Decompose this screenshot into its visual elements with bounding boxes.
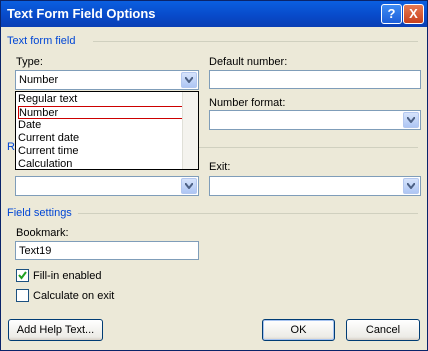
default-number-input[interactable] — [209, 70, 421, 89]
number-format-label: Number format: — [209, 97, 286, 109]
type-option-calculation[interactable]: Calculation — [18, 158, 184, 169]
group-title-run-macro: R — [7, 141, 15, 153]
group-title-text-form-field: Text form field — [7, 35, 76, 47]
add-help-text-button[interactable]: Add Help Text... — [8, 319, 103, 341]
dropdown-scrollbar[interactable] — [182, 92, 198, 169]
default-number-label: Default number: — [209, 56, 288, 68]
number-format-combo[interactable] — [209, 110, 421, 130]
help-button[interactable]: ? — [381, 4, 402, 24]
type-option-number[interactable]: Number — [17, 105, 185, 120]
type-option-regular-text[interactable]: Regular text — [18, 93, 184, 106]
help-icon: ? — [387, 6, 396, 21]
type-dropdown-list[interactable]: Regular text Number Date Current date Cu… — [15, 91, 199, 170]
dialog-window: Text Form Field Options ? X Text form fi… — [0, 0, 428, 351]
chevron-down-icon[interactable] — [181, 178, 197, 194]
entry-macro-combo[interactable] — [15, 176, 199, 196]
type-option-date[interactable]: Date — [18, 119, 184, 132]
fill-in-enabled-checkbox[interactable] — [16, 269, 29, 282]
group-divider — [199, 147, 418, 148]
dialog-title: Text Form Field Options — [7, 6, 156, 21]
bookmark-label: Bookmark: — [16, 227, 69, 239]
close-icon: X — [409, 6, 418, 21]
group-divider — [93, 41, 418, 42]
calculate-on-exit-label[interactable]: Calculate on exit — [33, 290, 114, 302]
exit-label: Exit: — [209, 161, 231, 173]
group-title-field-settings: Field settings — [7, 207, 72, 219]
bookmark-input[interactable]: Text19 — [15, 241, 199, 260]
type-option-current-date[interactable]: Current date — [18, 132, 184, 145]
chevron-down-icon[interactable] — [403, 112, 419, 128]
title-bar: Text Form Field Options ? X — [1, 1, 427, 27]
type-combo-value: Number — [19, 74, 59, 86]
cancel-button[interactable]: Cancel — [346, 319, 420, 341]
type-combo[interactable]: Number — [15, 70, 199, 90]
type-label: Type: — [16, 56, 43, 68]
ok-button[interactable]: OK — [262, 319, 335, 341]
checkmark-icon — [18, 271, 27, 280]
chevron-down-icon[interactable] — [181, 72, 197, 88]
exit-macro-combo[interactable] — [209, 176, 421, 196]
group-divider — [78, 213, 418, 214]
calculate-on-exit-checkbox[interactable] — [16, 289, 29, 302]
chevron-down-icon[interactable] — [403, 178, 419, 194]
type-option-current-time[interactable]: Current time — [18, 145, 184, 158]
fill-in-enabled-label[interactable]: Fill-in enabled — [33, 270, 101, 282]
close-button[interactable]: X — [403, 4, 424, 24]
